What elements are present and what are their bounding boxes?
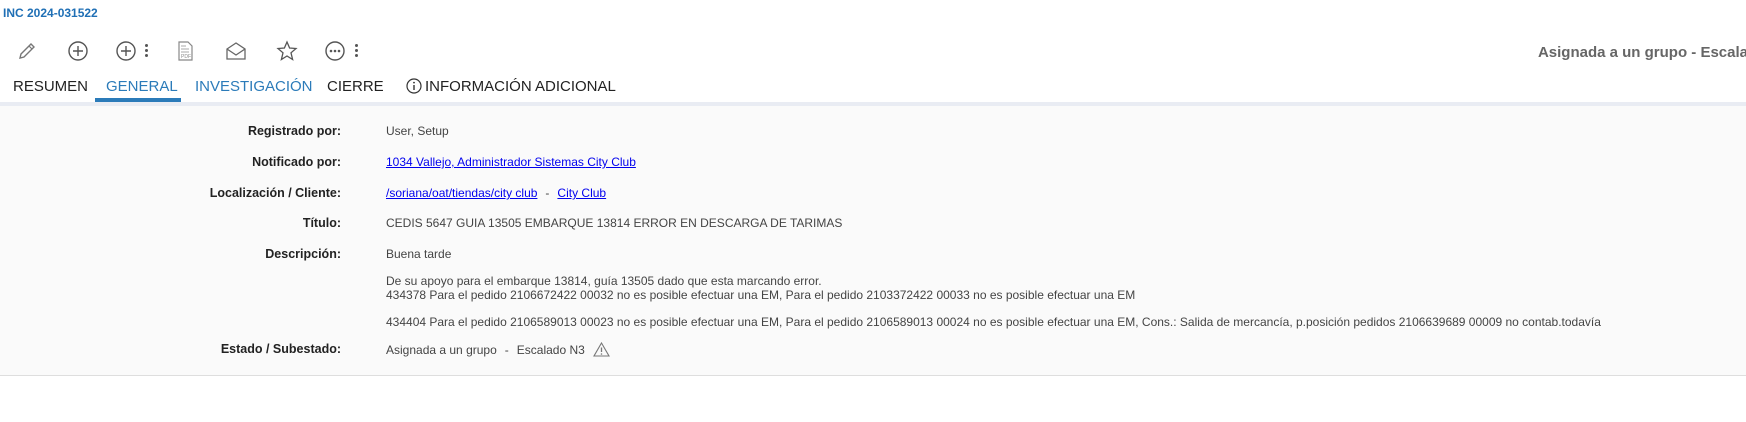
pdf-icon[interactable]: PDF xyxy=(174,40,198,62)
star-icon[interactable] xyxy=(276,40,300,62)
more-circle-icon[interactable] xyxy=(324,40,348,62)
tab-cierre[interactable]: CIERRE xyxy=(316,76,395,98)
localizacion-label: Localización / Cliente: xyxy=(209,186,341,200)
status-header: Asignada a un grupo - Escala xyxy=(1537,44,1746,61)
descripcion-line: De su apoyo para el embarque 13814, guía… xyxy=(386,274,822,288)
titulo-label: Título: xyxy=(302,216,341,230)
tab-bar: RESUMEN GENERAL INVESTIGACIÓN CIERRE INF… xyxy=(0,76,1746,102)
plus-circle-menu-icon[interactable] xyxy=(115,40,139,62)
notificado-link[interactable]: 1034 Vallejo, Administrador Sistemas Cit… xyxy=(386,155,636,169)
localizacion-separator: - xyxy=(545,186,550,200)
more-menu-kebab-icon[interactable] xyxy=(355,44,359,58)
titulo-value: CEDIS 5647 GUIA 13505 EMBARQUE 13814 ERR… xyxy=(386,216,843,230)
envelope-icon[interactable] xyxy=(225,40,249,62)
tab-informacion-adicional[interactable]: INFORMACIÓN ADICIONAL xyxy=(395,76,627,98)
pencil-icon[interactable] xyxy=(16,40,40,62)
toolbar: PDF xyxy=(0,36,1746,66)
descripcion-line: Buena tarde xyxy=(386,247,452,261)
tab-investigacion[interactable]: INVESTIGACIÓN xyxy=(184,76,324,98)
field-descripcion: Descripción: Buena tarde De su apoyo par… xyxy=(0,247,1746,337)
localizacion-value: /soriana/oat/tiendas/city club - City Club xyxy=(386,186,606,200)
estado-value: Asignada a un grupo - Escalado N3 xyxy=(386,341,610,360)
info-icon xyxy=(406,78,422,101)
tab-general[interactable]: GENERAL xyxy=(95,76,181,102)
add-menu-kebab-icon[interactable] xyxy=(145,44,149,58)
tab-informacion-adicional-label: INFORMACIÓN ADICIONAL xyxy=(425,78,616,95)
estado-label: Estado / Subestado: xyxy=(220,342,341,356)
estado-text: Asignada a un grupo xyxy=(386,343,497,357)
descripcion-label: Descripción: xyxy=(265,247,341,261)
incident-id: INC 2024-031522 xyxy=(3,6,98,20)
svg-text:PDF: PDF xyxy=(181,54,191,60)
registrado-label: Registrado por: xyxy=(247,124,341,138)
general-panel: Registrado por: User, Setup Notificado p… xyxy=(0,106,1746,376)
descripcion-line: 434378 Para el pedido 2106672422 00032 n… xyxy=(386,288,1136,302)
estado-separator: - xyxy=(504,343,509,357)
subestado-text: Escalado N3 xyxy=(516,343,585,357)
notificado-value: 1034 Vallejo, Administrador Sistemas Cit… xyxy=(386,155,636,169)
registrado-value: User, Setup xyxy=(386,124,449,138)
notificado-label: Notificado por: xyxy=(252,155,341,169)
descripcion-line: 434404 Para el pedido 2106589013 00023 n… xyxy=(386,315,1601,329)
plus-circle-icon[interactable] xyxy=(67,40,91,62)
cliente-link[interactable]: City Club xyxy=(557,186,606,200)
localizacion-link[interactable]: /soriana/oat/tiendas/city club xyxy=(386,186,537,200)
warning-icon xyxy=(592,341,610,360)
tab-resumen[interactable]: RESUMEN xyxy=(2,76,99,98)
